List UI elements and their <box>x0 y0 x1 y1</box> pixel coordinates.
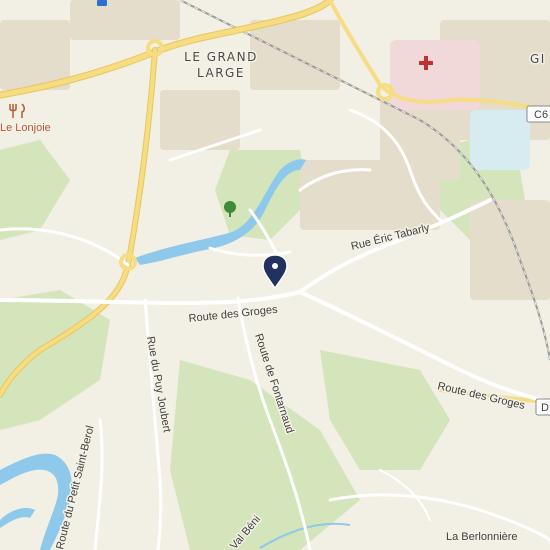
district-label-line1: LE GRAND <box>184 50 258 64</box>
edge-place-label: GI <box>530 52 546 66</box>
street-label-rue-eric-tabarly: Rue Éric Tabarly <box>350 221 432 253</box>
hospital-cross-icon[interactable] <box>419 56 433 70</box>
road-badge-d: D <box>535 398 550 416</box>
parking-icon[interactable] <box>97 0 107 6</box>
fork-knife-icon <box>9 103 25 118</box>
road-badge-d-text: D <box>541 402 549 414</box>
location-pin-icon[interactable] <box>262 254 288 290</box>
street-label-val-beni: Val Béni <box>228 513 263 550</box>
poi-restaurant-label: Le Lonjoie <box>0 122 51 134</box>
road-badge-c6: C6 <box>526 105 550 123</box>
place-label-la-berlonniere: La Berlonnière <box>446 531 518 543</box>
street-label-route-du-petit-saint-berol: Route du Petit Saint-Berol <box>54 424 96 550</box>
map-canvas[interactable]: LE GRAND LARGE GI C6 D Rue Éric Tabarly … <box>0 0 550 550</box>
label-layer: LE GRAND LARGE GI C6 D Rue Éric Tabarly … <box>0 0 550 550</box>
tree-icon[interactable] <box>224 201 236 217</box>
poi-restaurant[interactable]: Le Lonjoie <box>0 103 52 136</box>
district-label-line2: LARGE <box>197 66 245 80</box>
street-label-route-des-groges-east: Route des Groges <box>436 380 526 412</box>
street-label-route-de-fontarnaud: Route de Fontarnaud <box>252 332 296 435</box>
road-badge-c6-text: C6 <box>534 109 548 121</box>
street-label-rue-du-puy-joubert: Rue du Puy Joubert <box>144 335 173 433</box>
street-label-route-des-groges: Route des Groges <box>188 304 279 325</box>
